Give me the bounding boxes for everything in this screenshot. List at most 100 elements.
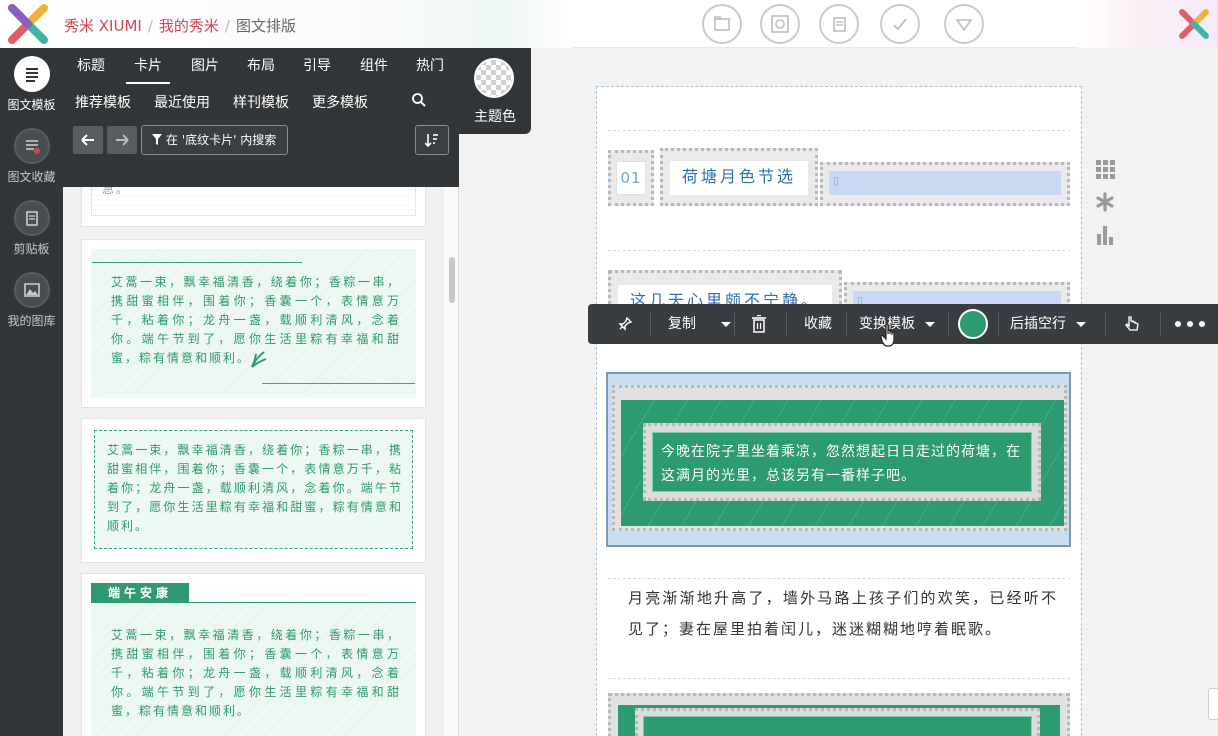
template-card[interactable]: 急。 (81, 187, 426, 227)
grid-icon[interactable] (1093, 157, 1117, 181)
nav-item-collection[interactable]: 图文收藏 (0, 128, 63, 185)
block-toolbar: 复制 收藏 变换模板 后插空行 (588, 304, 1218, 344)
select-pointer-button[interactable] (1123, 304, 1141, 344)
title-block[interactable]: 01 荷塘月色节选 ▯ (608, 148, 1070, 206)
hand-pointer-icon (1125, 316, 1139, 331)
copy-dropdown[interactable] (711, 304, 731, 344)
template-list: 急。 艾蒿一束，飘幸福清香，绕着你；香粽一串，携甜蜜相伴，围着你；香囊一个，表情… (63, 187, 459, 736)
chevron-down-icon (925, 321, 935, 327)
title-bar: ▯ (820, 162, 1070, 206)
subtab-recent[interactable]: 最近使用 (154, 92, 210, 112)
selected-block-text[interactable]: 今晚在院子里坐着乘凉，忽然想起日日走过的荷塘，在这满月的光里，总该另有一番样子吧… (661, 440, 1027, 488)
nav-item-clipboard[interactable]: 剪贴板 (0, 200, 63, 257)
subtab-more[interactable]: 更多模板 (312, 92, 368, 112)
template-panel-header: 标题 卡片 图片 布局 引导 组件 热门 推荐模板 最近使用 样刊模板 更多模板… (63, 48, 459, 187)
preview-icon[interactable] (760, 4, 800, 44)
insert-blank-after-button[interactable]: 后插空行 (1010, 304, 1086, 344)
theme-color-panel: 主题色 (459, 48, 531, 134)
divider (608, 130, 1070, 131)
nav-item-label: 我的图库 (7, 314, 56, 328)
template-card[interactable]: 艾蒿一束，飘幸福清香，绕着你；香粽一串，携甜蜜相伴，围着你；香囊一个，表情意万千… (81, 239, 426, 408)
search-in-category-button[interactable]: 在 '底纹卡片' 内搜索 (141, 125, 289, 155)
block-background: 今晚在院子里坐着乘凉，忽然想起日日走过的荷塘，在这满月的光里，总该另有一番样子吧… (621, 400, 1064, 526)
pin-icon (618, 316, 633, 331)
tab-guide[interactable]: 引导 (303, 56, 331, 86)
theme-color-label: 主题色 (474, 109, 516, 125)
tab-title[interactable]: 标题 (77, 56, 105, 86)
template-card[interactable]: 端午安康 艾蒿一束，飘幸福清香，绕着你；香粽一串，携甜蜜相伴，围着你；香囊一个，… (81, 573, 426, 736)
breadcrumb: 秀米 XIUMI / 我的秀米 / 图文排版 (64, 17, 296, 35)
grass-icon (251, 351, 267, 368)
tab-layout[interactable]: 布局 (247, 56, 275, 86)
copy-button[interactable]: 复制 (668, 304, 696, 344)
sort-button[interactable] (415, 125, 449, 155)
scrollbar-thumb[interactable] (449, 257, 455, 303)
card-block[interactable] (608, 693, 1070, 736)
left-nav: 图文模板 图文收藏 剪贴板 我的图库 (0, 48, 63, 736)
download-icon[interactable] (944, 4, 984, 44)
nav-item-templates[interactable]: 图文模板 (0, 56, 63, 113)
tab-component[interactable]: 组件 (360, 56, 388, 86)
gallery-icon (13, 272, 50, 308)
template-list-scrollbar[interactable] (444, 187, 458, 736)
nav-item-gallery[interactable]: 我的图库 (0, 272, 63, 329)
forward-arrow-button[interactable] (107, 126, 137, 154)
more-button[interactable] (1174, 304, 1206, 344)
breadcrumb-my-xiumi[interactable]: 我的秀米 (159, 17, 219, 35)
title-bar: ▯ (844, 282, 1070, 304)
copy-label: 复制 (668, 316, 696, 332)
title-number: 01 (616, 161, 646, 195)
favorite-button[interactable]: 收藏 (804, 304, 832, 344)
collection-icon (13, 128, 50, 164)
xiumi-logo-small-icon[interactable] (1176, 6, 1212, 42)
settings-asterisk-icon[interactable] (1093, 190, 1117, 214)
search-in-category-label: 在 '底纹卡片' 内搜索 (166, 133, 277, 147)
xiumi-logo-icon[interactable] (6, 4, 50, 44)
template-card-text: 艾蒿一束，飘幸福清香，绕着你；香粽一串，携甜蜜相伴，围着你；香囊一个，表情意万千… (111, 628, 401, 718)
copy-doc-icon[interactable] (819, 4, 859, 44)
title-text: 荷塘月色节选 (670, 161, 808, 195)
block-color-swatch[interactable] (958, 309, 988, 339)
theme-color-swatch[interactable] (474, 58, 514, 98)
nav-item-label: 剪贴板 (13, 242, 50, 256)
pin-button[interactable] (618, 304, 633, 344)
arrow-right-icon (116, 134, 129, 146)
title-text-box: 这几天心里颇不宁静。 (608, 270, 842, 304)
template-card-header: 端午安康 (91, 583, 189, 603)
clipboard-icon (13, 200, 50, 236)
arrow-left-icon (81, 134, 94, 146)
check-icon[interactable] (880, 4, 920, 44)
subtab-recommended[interactable]: 推荐模板 (75, 92, 131, 112)
template-card[interactable]: 艾蒿一束，飘幸福清香，绕着你；香粽一串，携甜蜜相伴，围着你；香囊一个，表情意万千… (81, 418, 426, 563)
insert-blank-after-label: 后插空行 (1010, 316, 1066, 332)
sort-icon (425, 134, 438, 147)
nav-item-label: 图文模板 (7, 98, 56, 112)
trash-icon (752, 314, 766, 333)
template-panel: 标题 卡片 图片 布局 引导 组件 热门 推荐模板 最近使用 样刊模板 更多模板… (63, 48, 459, 736)
body-paragraph[interactable]: 月亮渐渐地升高了，墙外马路上孩子们的欢笑，已经听不见了；妻在屋里拍着闰儿，迷迷糊… (628, 583, 1058, 645)
template-list-icon (13, 56, 50, 92)
divider (608, 678, 1070, 679)
subtab-sample[interactable]: 样刊模板 (233, 92, 289, 112)
delete-button[interactable] (751, 304, 767, 344)
tab-hot[interactable]: 热门 (416, 56, 444, 86)
chevron-down-icon (721, 321, 731, 327)
bar-chart-icon[interactable] (1093, 223, 1117, 247)
search-icon[interactable] (411, 92, 427, 108)
divider (608, 250, 1070, 251)
template-card-text: 艾蒿一束，飘幸福清香，绕着你；香粽一串，携甜蜜相伴，围着你；香囊一个，表情意万千… (107, 443, 403, 533)
title-block[interactable]: 这几天心里颇不宁静。 ▯ (608, 270, 1070, 304)
breadcrumb-home[interactable]: 秀米 XIUMI (64, 17, 142, 35)
top-bar: 秀米 XIUMI / 我的秀米 / 图文排版 (0, 0, 1218, 48)
back-arrow-button[interactable] (73, 126, 103, 154)
tab-card[interactable]: 卡片 (126, 56, 170, 86)
filter-icon (152, 134, 162, 145)
tab-image[interactable]: 图片 (191, 56, 219, 86)
selected-block[interactable]: 今晚在院子里坐着乘凉，忽然想起日日走过的荷塘，在这满月的光里，总该另有一番样子吧… (606, 372, 1071, 547)
folder-icon[interactable] (702, 4, 742, 44)
title-text: 这几天心里颇不宁静。 (618, 285, 832, 304)
chevron-down-icon (1076, 321, 1086, 327)
nav-item-label: 图文收藏 (7, 170, 56, 184)
hand-cursor-icon (880, 324, 895, 347)
side-panel-handle[interactable] (1208, 688, 1218, 720)
